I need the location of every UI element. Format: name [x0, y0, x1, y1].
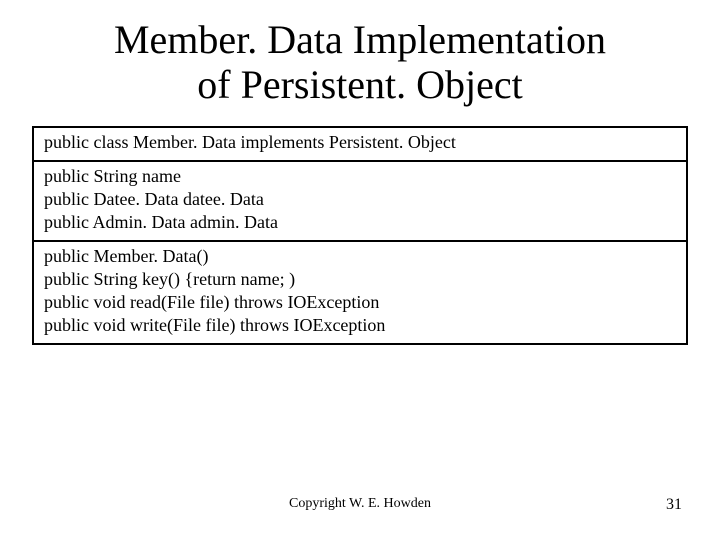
field-line: public Datee. Data datee. Data: [44, 188, 676, 211]
copyright-text: Copyright W. E. Howden: [289, 496, 431, 512]
page-number: 31: [666, 496, 682, 514]
uml-class-box: public class Member. Data implements Per…: [32, 126, 688, 345]
uml-methods-compartment: public Member. Data() public String key(…: [34, 242, 686, 343]
field-line: public Admin. Data admin. Data: [44, 211, 676, 234]
method-line: public void read(File file) throws IOExc…: [44, 291, 676, 314]
method-line: public String key() {return name; ): [44, 268, 676, 291]
field-line: public String name: [44, 165, 676, 188]
uml-header-compartment: public class Member. Data implements Per…: [34, 128, 686, 162]
slide-footer: Copyright W. E. Howden 31: [0, 496, 720, 516]
uml-fields-compartment: public String name public Datee. Data da…: [34, 162, 686, 242]
class-declaration: public class Member. Data implements Per…: [44, 131, 676, 154]
title-line-1: Member. Data Implementation: [114, 17, 606, 62]
slide: Member. Data Implementation of Persisten…: [0, 0, 720, 540]
method-line: public Member. Data(): [44, 245, 676, 268]
method-line: public void write(File file) throws IOEx…: [44, 314, 676, 337]
slide-title: Member. Data Implementation of Persisten…: [32, 18, 688, 108]
title-line-2: of Persistent. Object: [197, 62, 523, 107]
